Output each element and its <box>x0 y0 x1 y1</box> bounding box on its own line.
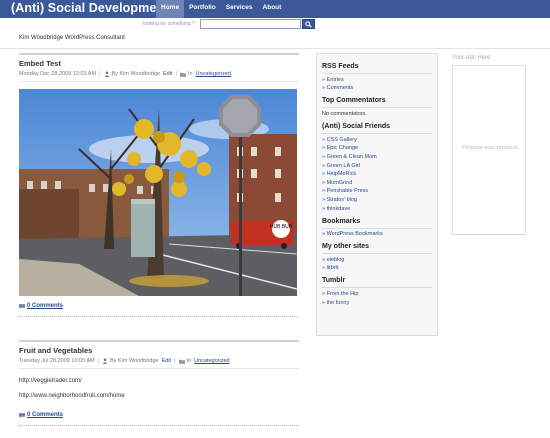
sidebar-heading-other-sites: My other sites <box>322 243 370 251</box>
post-body: http://veggietrader.com/ http://www.neig… <box>19 378 299 399</box>
ads-label: Your Ads Here <box>452 55 491 61</box>
post-meta: Monday Dec 28,2009 12:03 AM | By Kim Woo… <box>19 71 299 82</box>
ad-slot[interactable]: Promote your products <box>452 65 526 235</box>
in-label: In <box>187 71 193 77</box>
post: Embed Test Monday Dec 28,2009 12:03 AM |… <box>19 53 299 317</box>
divider <box>322 73 432 74</box>
search-button[interactable] <box>302 19 315 29</box>
post-meta: Tuesday Jul 28,2009 10:05 AM | By Kim Wo… <box>19 358 299 369</box>
divider <box>322 133 432 135</box>
sep: | <box>99 71 101 77</box>
category-link[interactable]: Uncategorized <box>194 358 229 364</box>
sidebar-link[interactable]: » the funny <box>322 300 432 306</box>
nav-home[interactable]: Home <box>156 0 185 18</box>
category-link[interactable]: Uncategorized <box>196 71 231 77</box>
post-title[interactable]: Embed Test <box>19 59 299 68</box>
sidebar-heading-commentators: Top Commentators <box>322 97 386 105</box>
street-photo-image: HUB BUB <box>19 89 297 296</box>
main-nav: Home Portfolio Services About <box>156 0 286 18</box>
search-icon <box>305 21 312 28</box>
author-icon <box>104 71 109 77</box>
ad-promo-text: Promote your products <box>462 145 518 151</box>
search-input[interactable] <box>200 19 301 29</box>
sidebar-link[interactable]: » WordPress Bookmarks <box>322 231 432 237</box>
sidebar-link[interactable]: » Comments <box>322 85 432 91</box>
sep: | <box>175 71 177 77</box>
folder-icon <box>179 72 186 77</box>
divider <box>19 425 299 426</box>
sidebar-link[interactable]: » Green LA Girl <box>322 163 432 169</box>
post-title[interactable]: Fruit and Vegetables <box>19 346 299 355</box>
sidebar-link[interactable]: » Perishable Press <box>322 188 432 194</box>
nav-portfolio[interactable]: Portfolio <box>184 0 221 18</box>
sidebar-link[interactable]: » MomGrind <box>322 180 432 186</box>
comments-row: 0 Comments <box>19 303 299 313</box>
folder-icon <box>178 359 185 364</box>
subheader: Kim Woodbridge WordPress Consultant <box>0 31 550 49</box>
sidebar-link[interactable]: » CSS Gallery <box>322 137 432 143</box>
sep: | <box>97 358 100 364</box>
post-photo: HUB BUB <box>19 89 297 296</box>
in-label: In <box>186 358 192 364</box>
comments-link[interactable]: 0 Comments <box>27 412 63 418</box>
post-date: Tuesday Jul 28,2009 10:05 AM <box>19 358 95 364</box>
sidebar: RSS Feeds » Entries » Comments Top Comme… <box>316 53 438 336</box>
divider <box>322 107 432 109</box>
sidebar-link[interactable]: » Stratos' blog <box>322 197 432 203</box>
comments-link[interactable]: 0 Comments <box>27 303 63 309</box>
comment-icon <box>19 412 25 418</box>
sep: | <box>174 358 176 364</box>
no-commentators-text: No commentators. <box>322 111 367 118</box>
divider <box>322 253 432 255</box>
sidebar-link[interactable]: » eleblog <box>322 257 432 263</box>
post-link-text: http://www.neighborhoodfruit.com/home <box>19 393 125 399</box>
site-title[interactable]: (Anti) Social Development <box>11 1 168 15</box>
comments-row: 0 Comments <box>19 412 299 422</box>
post: Fruit and Vegetables Tuesday Jul 28,2009… <box>19 340 299 426</box>
edit-link[interactable]: Edit <box>162 358 171 364</box>
search-hint: looking for something ? <box>143 21 195 27</box>
author-icon <box>102 358 108 364</box>
sidebar-link[interactable]: » Epic Change <box>322 145 432 151</box>
sidebar-link[interactable]: » litbrit <box>322 265 432 271</box>
divider <box>322 287 432 289</box>
sidebar-heading-bookmarks: Bookmarks <box>322 217 361 225</box>
ads-column: Your Ads Here Promote your products <box>452 53 526 253</box>
post-author: By Kim Woodbridge <box>111 71 161 77</box>
truck-sign-text: HUB BUB <box>270 224 293 230</box>
divider <box>19 316 299 317</box>
nav-services[interactable]: Services <box>221 0 258 18</box>
divider <box>322 227 432 229</box>
top-bar: (Anti) Social Development Home Portfolio… <box>0 0 550 18</box>
sidebar-link[interactable]: » thinkdave <box>322 206 432 212</box>
sidebar-link[interactable]: » HelpMeRick <box>322 171 432 177</box>
sidebar-link[interactable]: » Green & Clean Mom <box>322 154 432 160</box>
sidebar-heading-rss: RSS Feeds <box>322 63 359 70</box>
sidebar-heading-tumblr: Tumblr <box>322 277 346 285</box>
tagline: Kim Woodbridge WordPress Consultant <box>19 35 125 41</box>
main-content: Embed Test Monday Dec 28,2009 12:03 AM |… <box>19 53 299 426</box>
comment-icon <box>19 303 25 309</box>
nav-about[interactable]: About <box>258 0 287 18</box>
post-link-text: http://veggietrader.com/ <box>19 378 82 384</box>
search-area: looking for something ? <box>143 19 315 31</box>
edit-link[interactable]: Edit <box>163 71 172 77</box>
post-date: Monday Dec 28,2009 12:03 AM <box>19 71 97 77</box>
sidebar-link[interactable]: » Entries <box>322 77 432 83</box>
sidebar-heading-friends: (Anti) Social Friends <box>322 123 391 131</box>
sidebar-link[interactable]: » From the Hip <box>322 291 432 297</box>
post-author: By Kim Woodbridge <box>110 358 159 364</box>
